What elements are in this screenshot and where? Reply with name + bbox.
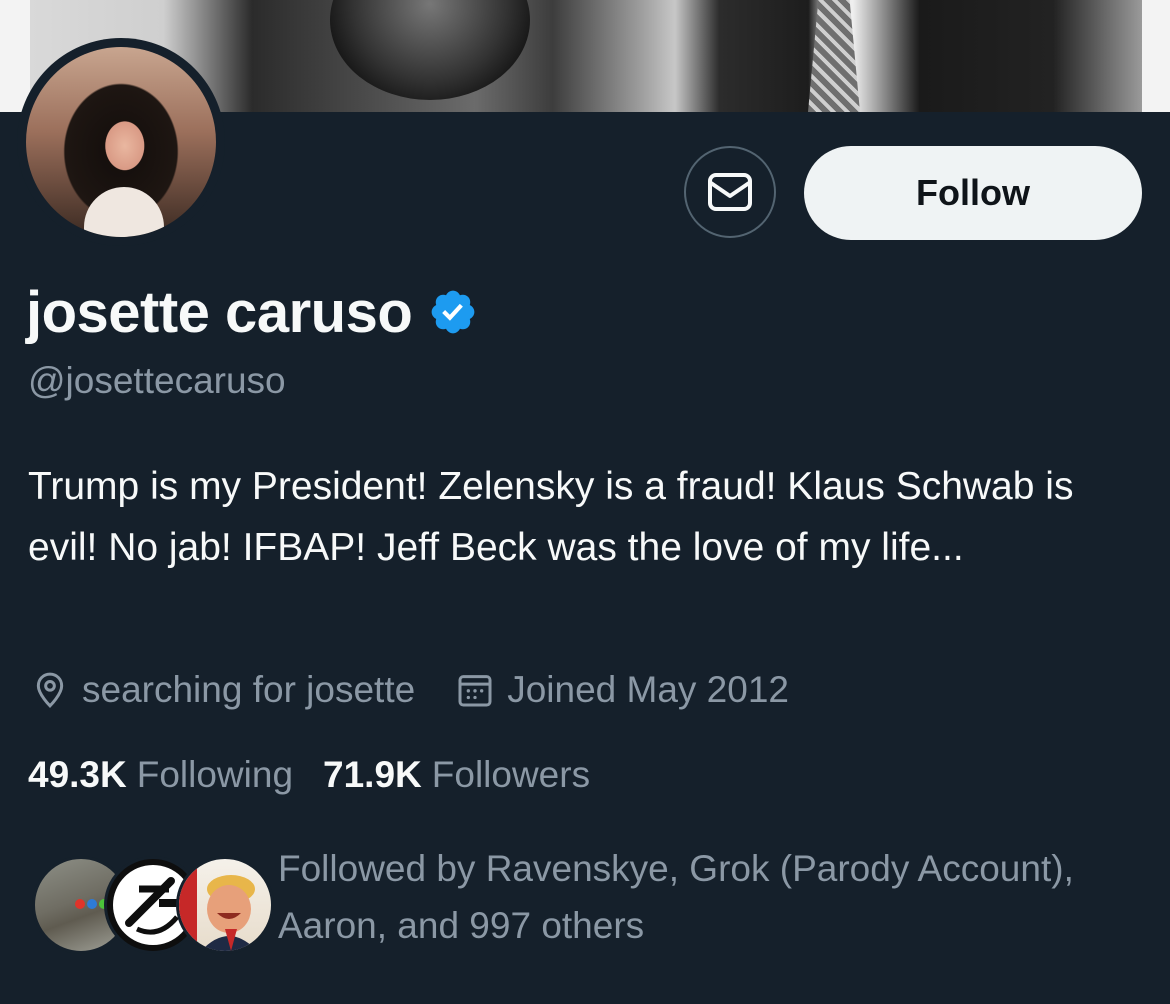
joined-text: Joined May 2012 [507, 669, 789, 710]
calendar-icon [458, 675, 492, 707]
follower-avatar-portrait [179, 859, 257, 951]
followed-by-avatars[interactable] [32, 856, 274, 954]
following-label: Following [136, 754, 294, 795]
verified-badge-icon [431, 290, 475, 334]
avatar[interactable] [26, 47, 216, 237]
followers-count: 71.9K [323, 754, 422, 795]
follow-stats: 49.3K Following 71.9K Followers [28, 752, 590, 798]
location-item: searching for josette [30, 669, 415, 711]
followers-link[interactable]: 71.9K Followers [323, 754, 590, 796]
envelope-icon [708, 173, 752, 211]
joined-item: Joined May 2012 [455, 669, 789, 711]
display-name: josette caruso [26, 279, 413, 345]
profile-meta: searching for josette Joined May 2012 [30, 666, 789, 714]
banner-figure [330, 0, 530, 100]
location-text: searching for josette [82, 669, 416, 710]
followers-label: Followers [431, 754, 591, 795]
handle: @josettecaruso [28, 360, 286, 401]
follow-button[interactable]: Follow [804, 146, 1142, 240]
bio: Trump is my President! Zelensky is a fra… [28, 465, 1074, 569]
message-button[interactable] [684, 146, 776, 238]
followed-by-text[interactable]: Followed by Ravenskye, Grok (Parody Acco… [278, 840, 1158, 954]
following-link[interactable]: 49.3K Following [28, 754, 293, 796]
follower-avatar [176, 856, 274, 954]
banner-tie [808, 0, 860, 112]
location-pin-icon [36, 672, 64, 708]
display-name-row: josette caruso [26, 278, 478, 346]
profile-avatar-frame[interactable] [17, 38, 225, 246]
following-count: 49.3K [28, 754, 127, 795]
